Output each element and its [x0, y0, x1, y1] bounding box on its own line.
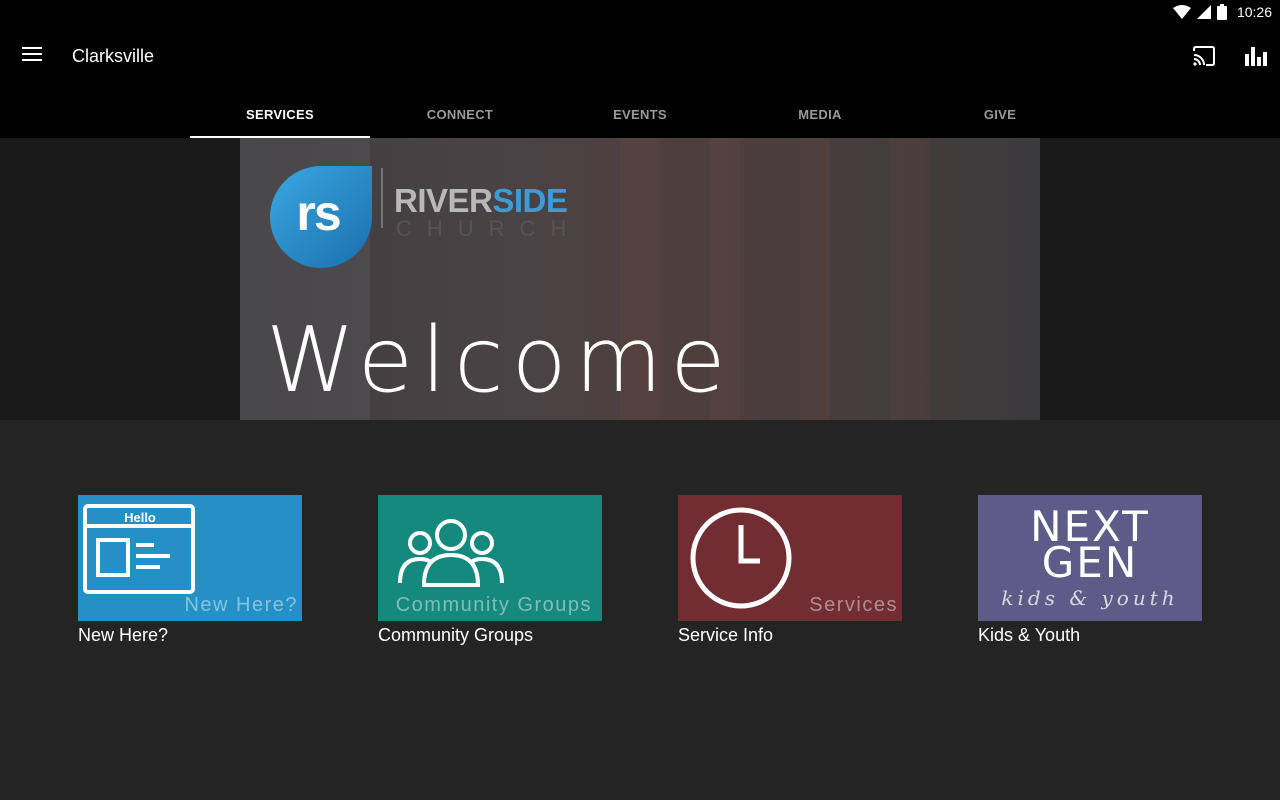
next-gen-text-bottom: GEN	[1042, 538, 1139, 587]
welcome-headline: Welcome	[266, 308, 734, 413]
tile-community-groups[interactable]: Community Groups Community Groups	[378, 495, 602, 646]
facade-stripe	[800, 138, 830, 420]
menu-icon	[22, 46, 42, 67]
signal-icon	[1196, 5, 1211, 19]
hello-badge-text: Hello	[124, 510, 156, 525]
brand-name: RIVERSIDE	[394, 182, 568, 219]
tile-label: Community Groups	[378, 625, 534, 645]
logo-mark-text: rs	[296, 185, 339, 241]
welcome-banner[interactable]: rs RIVERSIDE CHURCH Welcome	[240, 138, 1040, 420]
tab-services[interactable]: SERVICES	[190, 90, 370, 138]
bar-chart-icon	[1244, 46, 1268, 71]
tile-label: New Here?	[78, 625, 169, 645]
brand-name-part2: SIDE	[492, 182, 568, 219]
clock: 10:26	[1236, 4, 1272, 20]
tile-service-info[interactable]: Services Service Info	[678, 495, 902, 646]
brand-subtitle: CHURCH	[396, 216, 582, 241]
next-gen-subtitle: kids & youth	[1001, 586, 1178, 610]
stats-button[interactable]	[1240, 44, 1272, 72]
tab-events[interactable]: EVENTS	[550, 90, 730, 138]
tile-new-here[interactable]: Hello New Here? New Here?	[78, 495, 302, 646]
cast-button[interactable]	[1188, 44, 1220, 72]
page-title: Clarksville	[72, 46, 155, 66]
next-gen-logo: NEXT GEN kids & youth	[1001, 502, 1178, 610]
tile-label: Kids & Youth	[978, 625, 1081, 645]
community-groups-image: Community Groups	[378, 495, 602, 621]
service-info-image: Services	[678, 495, 902, 621]
tile-label: Service Info	[678, 625, 774, 645]
battery-icon	[1216, 4, 1227, 20]
menu-button[interactable]	[16, 40, 48, 72]
status-bar: 10:26	[0, 0, 1280, 24]
wifi-icon	[1172, 5, 1191, 19]
riverside-logo-icon: rs	[270, 166, 372, 268]
tile-kids-youth[interactable]: NEXT GEN kids & youth Kids & Youth	[978, 495, 1202, 646]
tab-connect[interactable]: CONNECT	[370, 90, 550, 138]
tab-give[interactable]: GIVE	[910, 90, 1090, 138]
brand-name-part1: RIVER	[394, 182, 493, 219]
logo-divider	[381, 168, 383, 228]
app-bar: Clarksville SERVICES CONNECT EVENTS MEDI…	[0, 24, 1280, 138]
kids-youth-image: NEXT GEN kids & youth	[978, 495, 1202, 621]
tile-caption: Services	[809, 594, 898, 616]
tile-caption: Community Groups	[395, 594, 592, 616]
new-here-image: Hello New Here?	[78, 495, 302, 621]
tab-bar: SERVICES CONNECT EVENTS MEDIA GIVE	[190, 90, 1090, 138]
facade-stripe	[890, 138, 930, 420]
tile-caption: New Here?	[184, 594, 298, 616]
tab-media[interactable]: MEDIA	[730, 90, 910, 138]
cast-icon	[1192, 45, 1216, 71]
